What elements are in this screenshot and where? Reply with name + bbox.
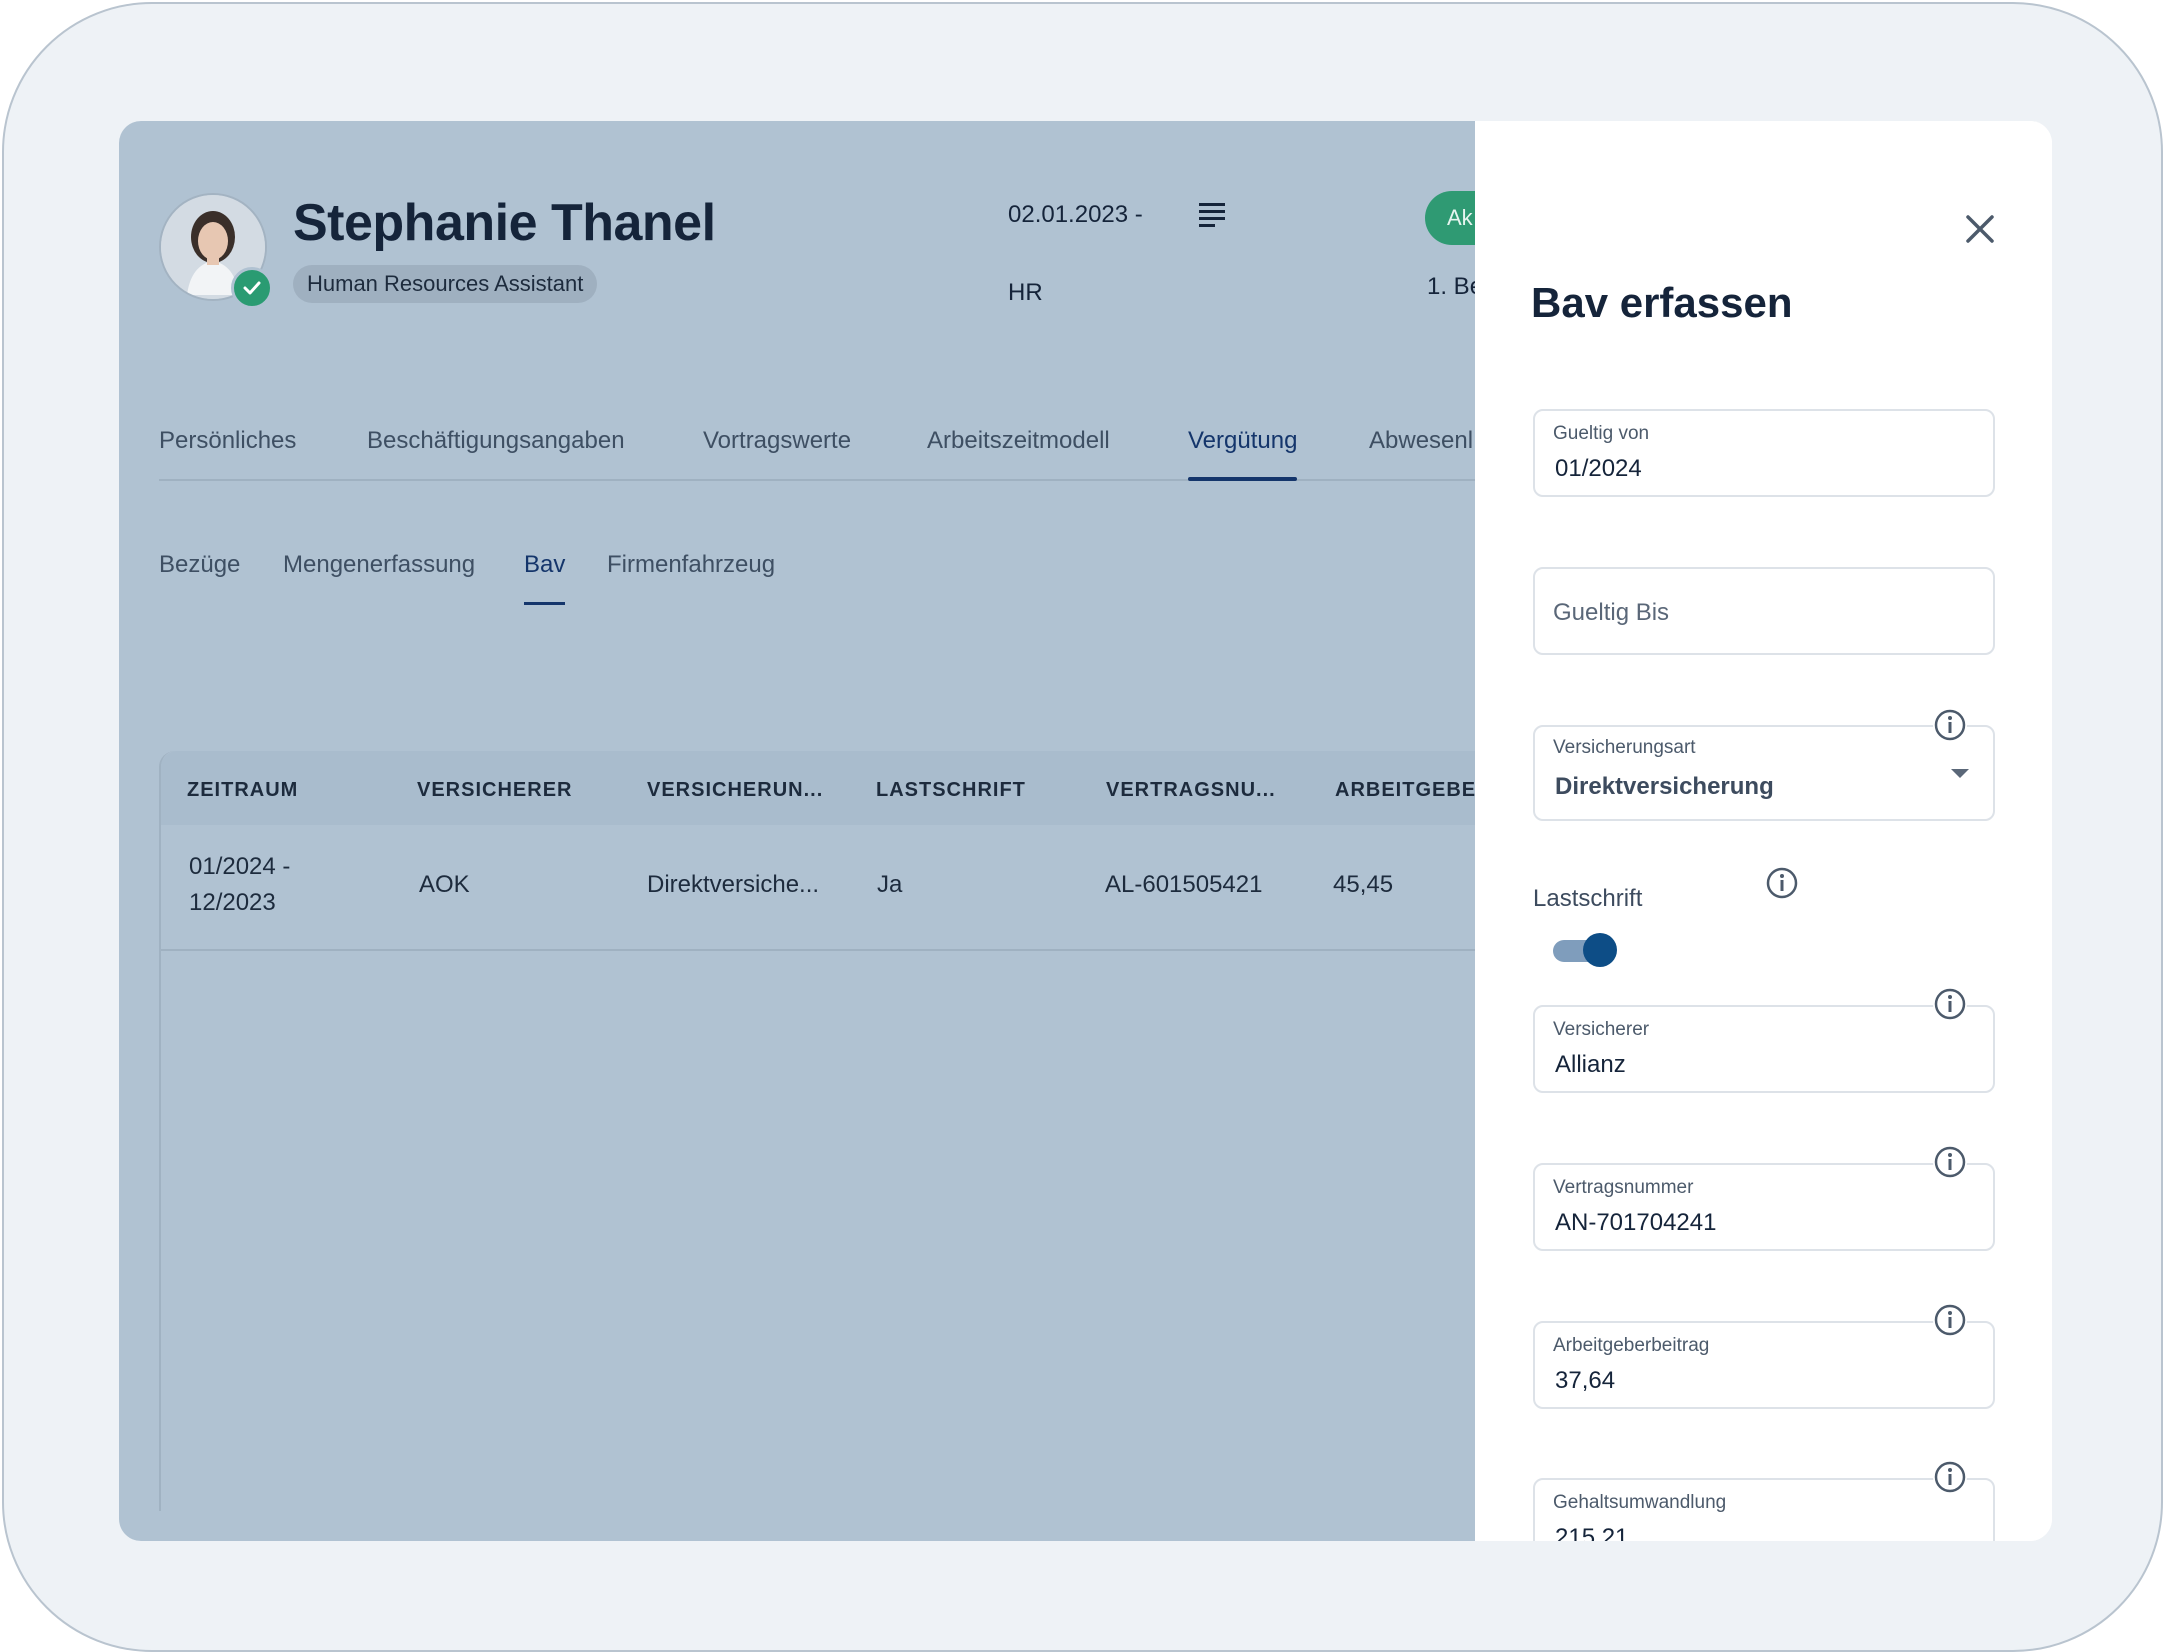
gueltig-bis-placeholder: Gueltig Bis: [1553, 599, 1670, 626]
tab-persoenliches[interactable]: Persönliches: [159, 427, 296, 479]
gueltig-von-value: 01/2024: [1555, 455, 1642, 482]
tab-beschaeftigungsangaben[interactable]: Beschäftigungsangaben: [367, 427, 625, 479]
info-icon[interactable]: [1933, 987, 1967, 1021]
versicherungsart-select[interactable]: Versicherungsart Direktversicherung: [1533, 725, 1995, 821]
gehaltsumwandlung-label: Gehaltsumwandlung: [1553, 1492, 1727, 1513]
info-icon[interactable]: [1765, 866, 1799, 900]
cell-lastschrift: Ja: [877, 871, 903, 898]
gehaltsumwandlung-field[interactable]: Gehaltsumwandlung 215,21: [1533, 1478, 1995, 1541]
subtab-bezuege[interactable]: Bezüge: [159, 551, 240, 605]
versicherungsart-value: Direktversicherung: [1555, 773, 1774, 800]
main-tabs: Persönliches Beschäftigungsangaben Vortr…: [159, 427, 1475, 481]
cell-versicherungsart: Direktversiche...: [647, 871, 820, 898]
table-row[interactable]: 01/2024 - 12/2023 AOK Direktversiche... …: [161, 825, 1475, 951]
cell-versicherer: AOK: [419, 871, 470, 898]
secondary-info: 1. Be: [1427, 273, 1475, 300]
employment-date-range: 02.01.2023 -: [1008, 201, 1143, 228]
tab-vortragswerte[interactable]: Vortragswerte: [703, 427, 851, 479]
arbeitgeberbeitrag-value: 37,64: [1555, 1367, 1616, 1394]
info-icon[interactable]: [1933, 708, 1967, 742]
column-header-lastschrift[interactable]: LASTSCHRIFT: [876, 779, 1026, 802]
gueltig-bis-field[interactable]: Gueltig Bis: [1533, 567, 1995, 655]
bav-drawer: Bav erfassen Gueltig von 01/2024 Gueltig…: [1475, 121, 2052, 1541]
info-icon[interactable]: [1933, 1303, 1967, 1337]
lastschrift-label: Lastschrift: [1533, 885, 1643, 912]
cell-zeitraum-end: 12/2023: [189, 889, 276, 916]
tab-arbeitszeitmodell[interactable]: Arbeitszeitmodell: [927, 427, 1110, 479]
device-frame: Stephanie Thanel Human Resources Assista…: [2, 2, 2163, 1652]
column-header-arbeitgeber[interactable]: ARBEITGEBER: [1335, 779, 1475, 802]
status-badge: Ak: [1425, 191, 1475, 245]
verified-check-icon: [231, 267, 273, 309]
cell-zeitraum-start: 01/2024 -: [189, 853, 291, 880]
vertragsnummer-field[interactable]: Vertragsnummer AN-701704241: [1533, 1163, 1995, 1251]
column-header-versicherungsart[interactable]: VERSICHERUN...: [647, 779, 823, 802]
role-badge: Human Resources Assistant: [293, 265, 598, 303]
vertragsnummer-value: AN-701704241: [1555, 1209, 1717, 1236]
tab-verguetung[interactable]: Vergütung: [1188, 427, 1298, 481]
arbeitgeberbeitrag-field[interactable]: Arbeitgeberbeitrag 37,64: [1533, 1321, 1995, 1409]
versicherungsart-label: Versicherungsart: [1553, 737, 1696, 758]
cell-vertragsnummer: AL-601505421: [1105, 871, 1263, 898]
column-header-versicherer[interactable]: VERSICHERER: [417, 779, 572, 802]
gehaltsumwandlung-value: 215,21: [1555, 1524, 1629, 1541]
employee-name: Stephanie Thanel: [293, 194, 716, 252]
bav-table: ZEITRAUM VERSICHERER VERSICHERUN... LAST…: [159, 751, 1475, 1511]
subtab-mengenerfassung[interactable]: Mengenerfassung: [283, 551, 475, 605]
arbeitgeberbeitrag-label: Arbeitgeberbeitrag: [1553, 1335, 1710, 1356]
toggle-knob: [1583, 933, 1617, 967]
column-header-vertragsnummer[interactable]: VERTRAGSNU...: [1106, 779, 1276, 802]
versicherer-label: Versicherer: [1553, 1019, 1650, 1040]
department: HR: [1008, 279, 1043, 306]
info-icon[interactable]: [1933, 1460, 1967, 1494]
subtab-firmenfahrzeug[interactable]: Firmenfahrzeug: [607, 551, 775, 605]
info-icon[interactable]: [1933, 1145, 1967, 1179]
employee-page-overlay: Stephanie Thanel Human Resources Assista…: [119, 121, 1475, 1541]
column-header-zeitraum[interactable]: ZEITRAUM: [187, 779, 298, 802]
versicherer-value: Allianz: [1555, 1051, 1626, 1078]
chevron-down-icon: [1951, 769, 1969, 778]
versicherer-field[interactable]: Versicherer Allianz: [1533, 1005, 1995, 1093]
table-header: ZEITRAUM VERSICHERER VERSICHERUN... LAST…: [161, 751, 1475, 825]
cell-arbeitgeber: 45,45: [1333, 871, 1394, 898]
gueltig-von-field[interactable]: Gueltig von 01/2024: [1533, 409, 1995, 497]
lastschrift-toggle[interactable]: [1553, 933, 1617, 967]
drawer-title: Bav erfassen: [1531, 279, 1793, 326]
vertragsnummer-label: Vertragsnummer: [1553, 1177, 1694, 1198]
app-screen: Stephanie Thanel Human Resources Assista…: [119, 121, 2052, 1541]
close-icon[interactable]: [1960, 209, 2000, 249]
details-list-icon[interactable]: [1195, 199, 1229, 229]
gueltig-von-label: Gueltig von: [1553, 423, 1650, 444]
tab-abwesenheiten[interactable]: Abwesenl: [1369, 427, 1473, 479]
subtab-bav[interactable]: Bav: [524, 551, 566, 605]
